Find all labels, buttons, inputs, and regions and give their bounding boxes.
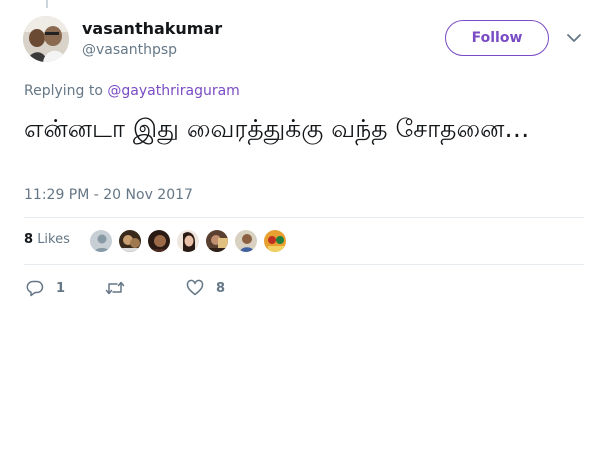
user-photo-icon xyxy=(148,230,170,252)
like-button[interactable]: 8 xyxy=(186,279,225,297)
user-photo-icon xyxy=(235,230,257,252)
reply-context: Replying to @gayathriraguram xyxy=(24,83,240,99)
tweet-timestamp[interactable]: 11:29 PM - 20 Nov 2017 xyxy=(24,187,193,203)
likes-count: 8 xyxy=(24,232,34,247)
reply-context-prefix: Replying to xyxy=(24,83,103,99)
user-avatar-photo-icon xyxy=(23,16,69,62)
default-avatar-icon xyxy=(90,230,112,252)
like-count: 8 xyxy=(216,280,226,296)
divider xyxy=(24,264,584,265)
likes-label: Likes xyxy=(37,232,70,247)
chevron-down-icon[interactable] xyxy=(566,32,582,44)
liker-avatar[interactable] xyxy=(147,229,171,253)
user-photo-icon xyxy=(264,230,286,252)
user-photo-icon xyxy=(119,230,141,252)
tweet-text: என்னடா இது வைரத்துக்கு வந்த சோதனை… xyxy=(24,114,530,143)
tweet-card: vasanthakumar @vasanthpsp Follow Replyin… xyxy=(0,0,600,450)
liker-avatar[interactable] xyxy=(176,229,200,253)
thread-connector-line xyxy=(46,0,48,8)
likes-stat[interactable]: 8 Likes xyxy=(24,232,70,247)
user-photo-icon xyxy=(177,230,199,252)
follow-button[interactable]: Follow xyxy=(445,20,549,56)
heart-icon xyxy=(186,279,204,296)
liker-avatar[interactable] xyxy=(263,229,287,253)
display-name[interactable]: vasanthakumar xyxy=(82,19,222,38)
reply-mention-link[interactable]: @gayathriraguram xyxy=(107,83,239,99)
retweet-icon xyxy=(105,281,125,295)
screen-name[interactable]: @vasanthpsp xyxy=(82,42,177,58)
divider xyxy=(24,217,584,218)
liker-avatar[interactable] xyxy=(234,229,258,253)
reply-count: 1 xyxy=(56,280,66,296)
user-photo-icon xyxy=(206,230,228,252)
liker-avatar[interactable] xyxy=(89,229,113,253)
liker-avatar[interactable] xyxy=(118,229,142,253)
liker-avatar[interactable] xyxy=(205,229,229,253)
reply-icon xyxy=(26,280,44,297)
reply-button[interactable]: 1 xyxy=(26,279,65,297)
retweet-button[interactable] xyxy=(105,279,137,297)
avatar[interactable] xyxy=(23,16,69,62)
